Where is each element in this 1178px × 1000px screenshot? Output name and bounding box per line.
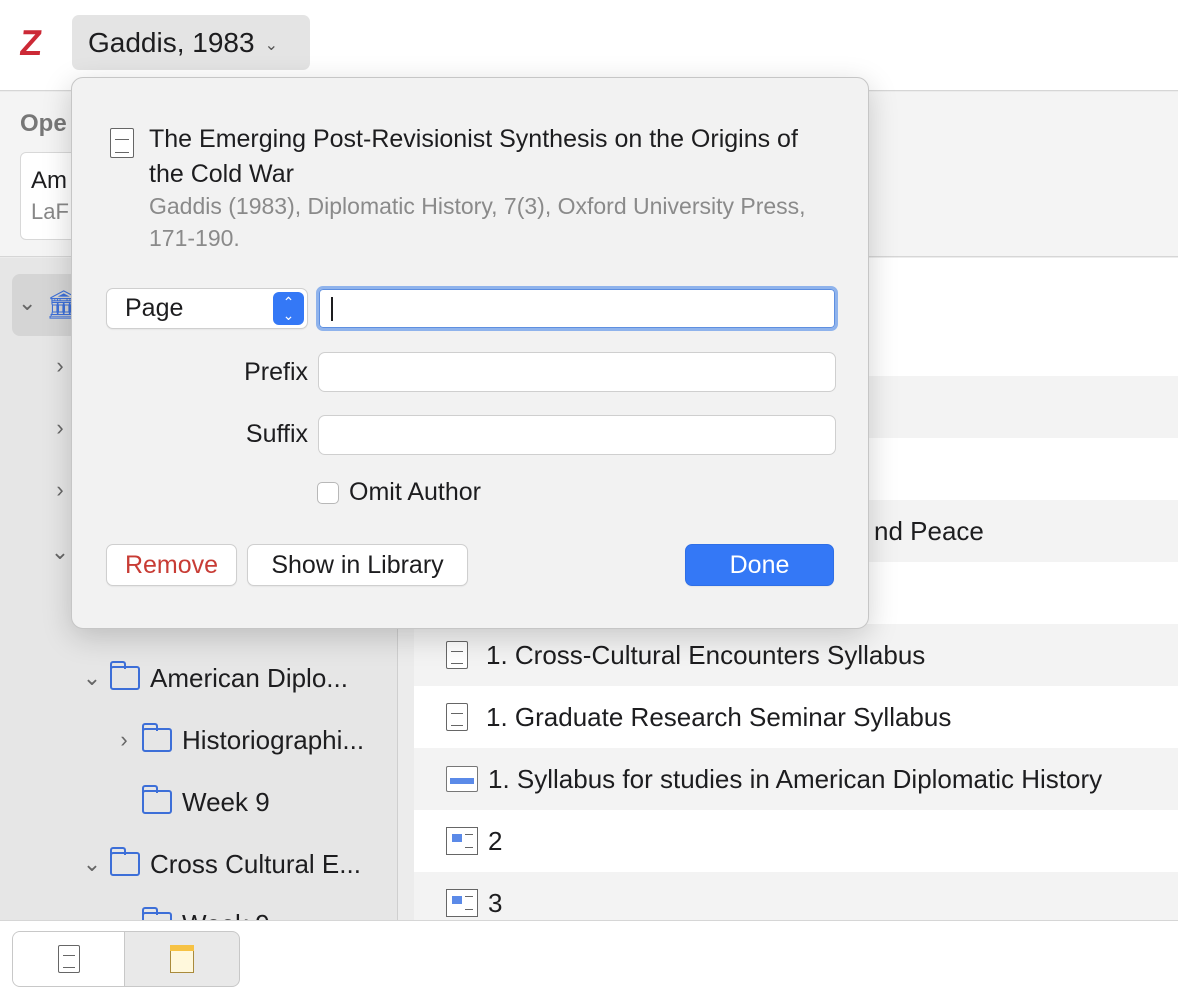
chevron-down-icon: ⌄ bbox=[264, 36, 278, 54]
suffix-input[interactable] bbox=[318, 415, 836, 455]
chevron-down-icon[interactable]: ⌄ bbox=[80, 665, 104, 691]
show-in-library-button[interactable]: Show in Library bbox=[247, 544, 468, 586]
chevron-down-icon[interactable]: ⌄ bbox=[48, 539, 72, 565]
tree-row-label: Historiographi... bbox=[182, 724, 365, 755]
omit-author-checkbox[interactable] bbox=[317, 481, 339, 504]
text-caret bbox=[331, 297, 333, 321]
zotero-logo: Z bbox=[17, 22, 43, 63]
citation-chip-label: Gaddis, 1983 bbox=[88, 26, 255, 58]
note-icon bbox=[170, 945, 194, 973]
list-item[interactable]: 1. Syllabus for studies in American Dipl… bbox=[414, 748, 1178, 810]
list-item-label: 1. Syllabus for studies in American Dipl… bbox=[488, 763, 1103, 794]
newspaper-icon bbox=[446, 889, 478, 917]
prefix-label: Prefix bbox=[244, 358, 308, 386]
tree-row[interactable]: › bbox=[48, 346, 72, 386]
tree-row-american-diplomatic[interactable]: ⌄ American Diplo... bbox=[80, 658, 348, 698]
tree-row-label: Week 9 bbox=[182, 909, 270, 921]
tree-row-label: American Diplo... bbox=[150, 662, 348, 693]
suffix-label: Suffix bbox=[245, 420, 308, 448]
locator-type-value: Page bbox=[125, 294, 184, 322]
list-item-label: nd Peace bbox=[874, 515, 984, 546]
document-icon bbox=[110, 128, 134, 158]
tree-row[interactable]: ⌄ bbox=[48, 532, 72, 572]
folder-icon bbox=[110, 661, 140, 690]
list-item[interactable]: 1. Cross-Cultural Encounters Syllabus bbox=[414, 624, 1178, 686]
chevron-right-icon[interactable]: › bbox=[48, 477, 72, 503]
document-icon bbox=[446, 641, 468, 669]
list-item-label: 3 bbox=[488, 887, 503, 918]
tree-row-week-9[interactable]: Week 9 bbox=[112, 782, 270, 822]
chevron-right-icon[interactable]: › bbox=[112, 727, 136, 753]
done-button[interactable]: Done bbox=[685, 544, 834, 586]
prefix-input[interactable] bbox=[318, 352, 836, 392]
items-view-tab[interactable] bbox=[13, 932, 125, 986]
remove-button[interactable]: Remove bbox=[106, 544, 237, 586]
webpage-icon bbox=[446, 766, 478, 792]
tree-row-label: Week 9 bbox=[182, 786, 270, 817]
list-item-label: 2 bbox=[488, 825, 503, 856]
tree-row[interactable]: › bbox=[48, 408, 72, 448]
omit-author-label: Omit Author bbox=[349, 478, 481, 506]
citation-chip[interactable]: Gaddis, 1983 ⌄ bbox=[72, 15, 310, 70]
tree-row-week-9-partial[interactable]: Week 9 bbox=[112, 904, 270, 920]
view-segmented-control bbox=[12, 931, 240, 987]
list-item-label: 1. Cross-Cultural Encounters Syllabus bbox=[486, 639, 926, 670]
omit-author-row[interactable]: Omit Author bbox=[317, 478, 481, 507]
folder-icon bbox=[142, 723, 172, 752]
tree-row-historiographical[interactable]: › Historiographi... bbox=[112, 720, 364, 760]
newspaper-icon bbox=[446, 827, 478, 855]
list-item-label: 1. Graduate Research Seminar Syllabus bbox=[486, 701, 952, 732]
folder-icon bbox=[142, 907, 172, 920]
tree-row[interactable]: › bbox=[48, 470, 72, 510]
updown-chevron-icon: ⌃ ⌄ bbox=[273, 292, 304, 325]
item-title: The Emerging Post-Revisionist Synthesis … bbox=[149, 125, 798, 188]
locator-type-select[interactable]: Page ⌃ ⌄ bbox=[106, 288, 308, 329]
tree-row-label: Cross Cultural E... bbox=[150, 848, 361, 879]
chevron-down-icon[interactable]: ⌄ bbox=[18, 290, 36, 316]
locator-input[interactable] bbox=[316, 286, 838, 331]
chevron-right-icon[interactable]: › bbox=[48, 415, 72, 441]
chevron-down-icon[interactable]: ⌄ bbox=[80, 851, 104, 877]
open-label: Ope bbox=[20, 110, 67, 137]
item-metadata: Gaddis (1983), Diplomatic History, 7(3),… bbox=[149, 193, 806, 251]
document-icon bbox=[57, 945, 80, 973]
list-item[interactable]: 3 bbox=[414, 872, 1178, 920]
list-item[interactable]: 2 bbox=[414, 810, 1178, 872]
bottom-bar bbox=[0, 920, 1178, 1000]
document-icon bbox=[446, 703, 468, 731]
citation-popover: The Emerging Post-Revisionist Synthesis … bbox=[71, 77, 869, 629]
tree-row-cross-cultural[interactable]: ⌄ Cross Cultural E... bbox=[80, 844, 361, 884]
list-item[interactable]: 1. Graduate Research Seminar Syllabus bbox=[414, 686, 1178, 748]
folder-icon bbox=[110, 847, 140, 876]
notes-view-tab[interactable] bbox=[125, 932, 239, 986]
folder-icon bbox=[142, 785, 172, 814]
chevron-right-icon[interactable]: › bbox=[48, 353, 72, 379]
